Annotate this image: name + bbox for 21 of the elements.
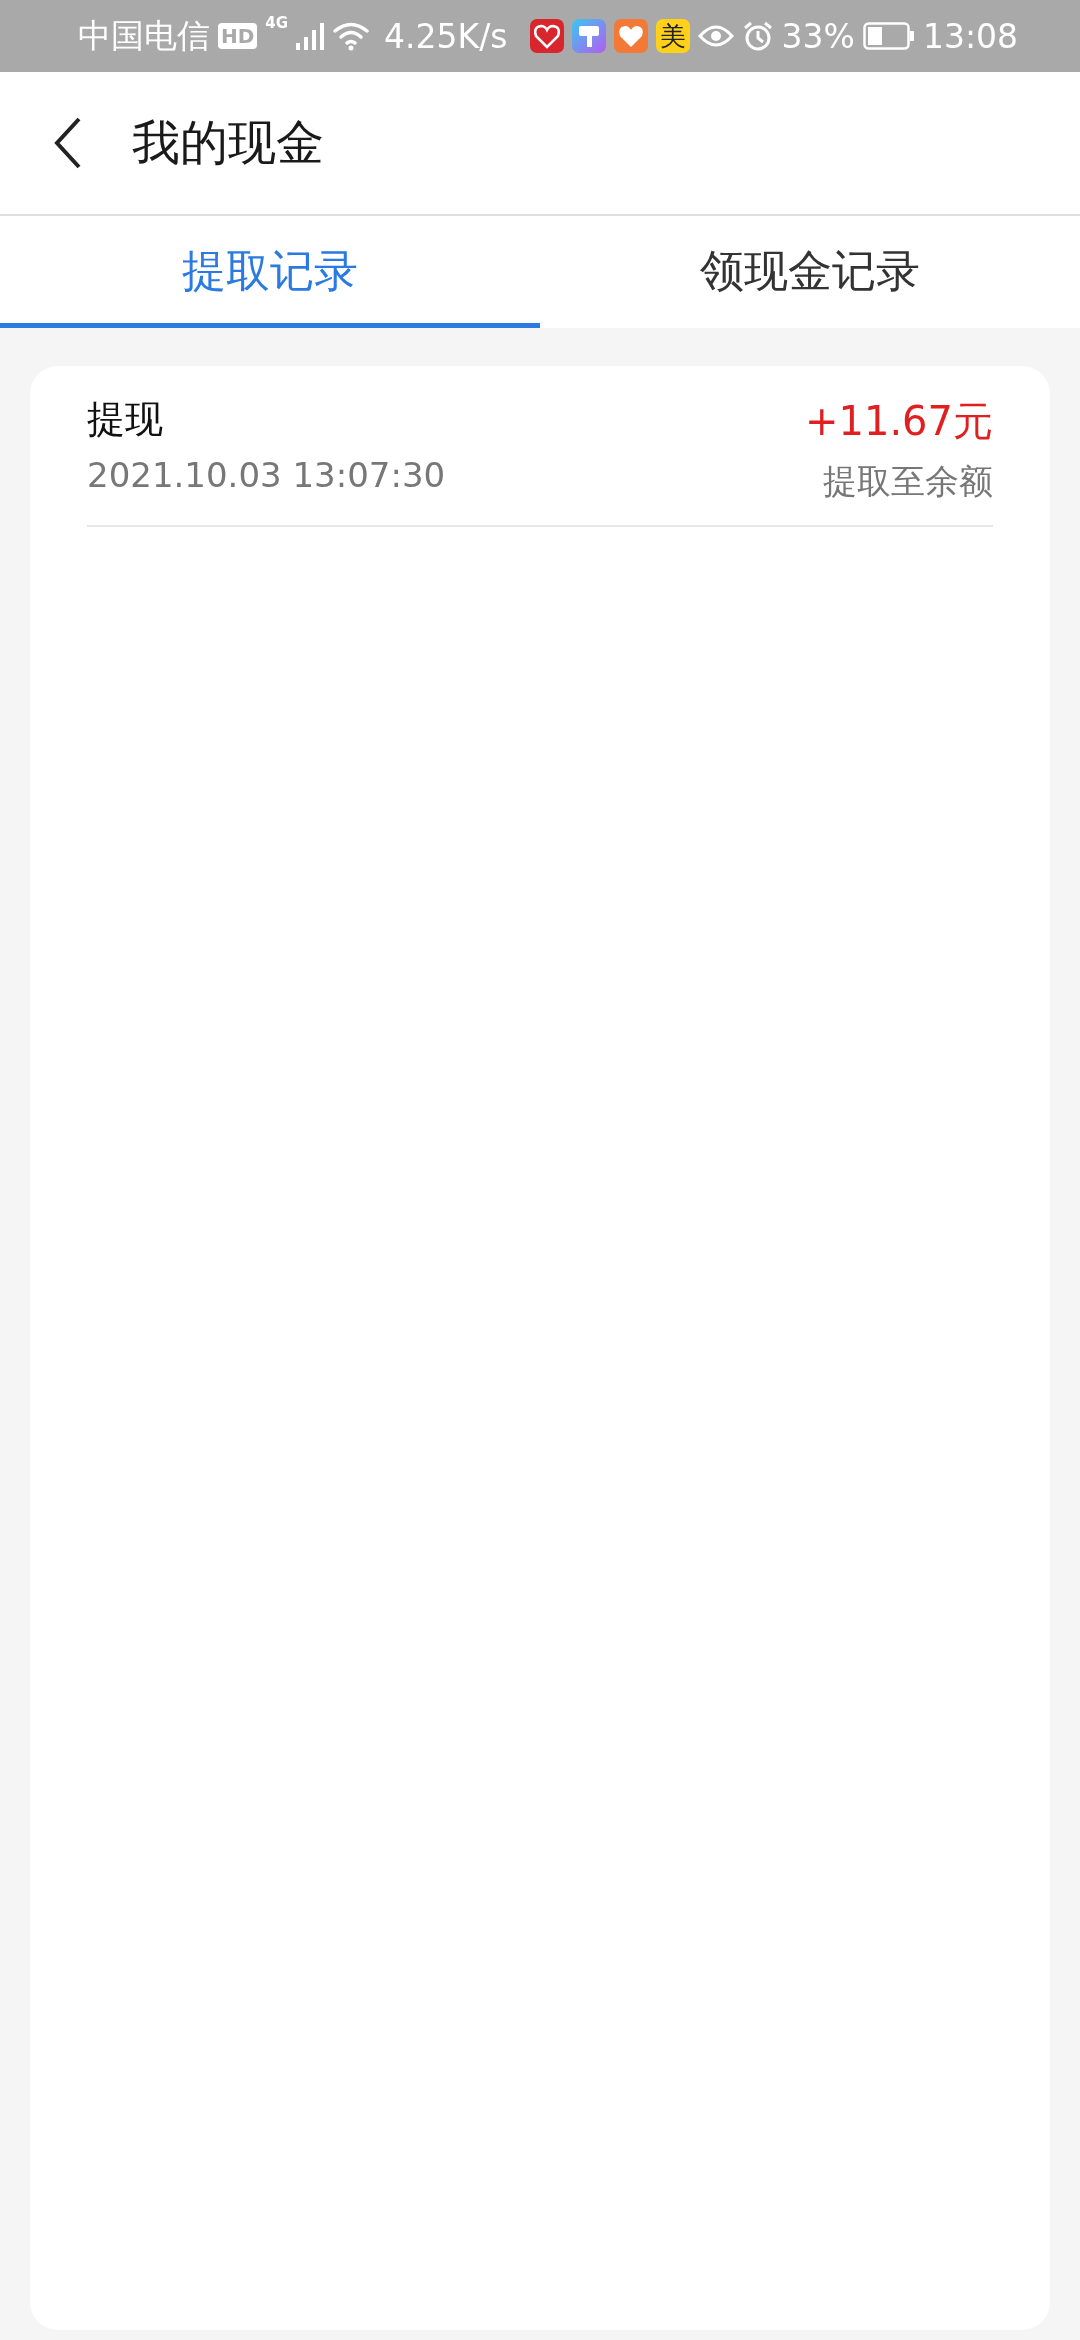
- alarm-icon: [741, 20, 774, 52]
- tab[interactable]: 提取记录: [0, 216, 540, 328]
- brush-icon: [571, 19, 606, 53]
- page-title: 我的现金: [132, 113, 324, 172]
- clock-time: 13:08: [922, 16, 1018, 56]
- signal-icon: [296, 21, 325, 51]
- network-speed: 4.25K/s: [384, 16, 508, 56]
- record-note: 提取至余额: [823, 460, 993, 503]
- carrier-name: 中国电信: [78, 14, 210, 57]
- record-amount: +11.67元: [804, 397, 993, 446]
- wifi-icon: [332, 21, 371, 51]
- record-title: 提现: [87, 396, 164, 443]
- battery-percent: 33%: [781, 16, 855, 56]
- battery-icon: [862, 22, 915, 50]
- hd-badge: HD: [218, 23, 258, 49]
- app-icon: [529, 19, 564, 53]
- app-badge: 美: [655, 19, 690, 53]
- record-time: 2021.10.03 13:07:30: [87, 455, 446, 495]
- tab[interactable]: 领现金记录: [540, 216, 1080, 328]
- network-type: 4G: [265, 14, 289, 32]
- back-icon: [54, 117, 82, 169]
